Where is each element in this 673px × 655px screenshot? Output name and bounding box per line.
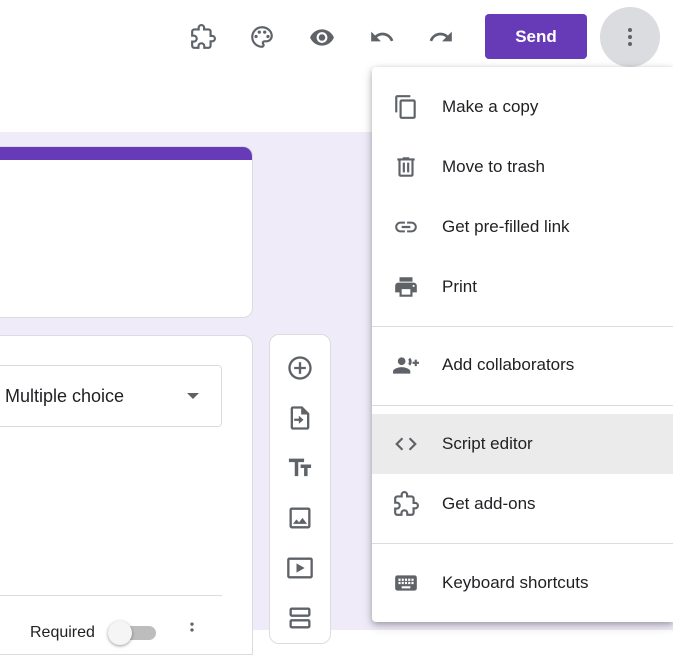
required-label: Required — [30, 624, 95, 641]
menu-divider — [372, 405, 673, 406]
add-title-icon[interactable] — [270, 448, 330, 488]
keyboard-icon — [392, 569, 420, 597]
more-vert-icon[interactable] — [600, 7, 660, 67]
menu-item-label: Print — [442, 277, 477, 296]
addon-icon[interactable] — [183, 17, 223, 57]
addon-icon — [392, 490, 420, 518]
question-toolbar — [269, 334, 331, 644]
code-icon — [392, 430, 420, 458]
menu-item-prefilled-link[interactable]: Get pre-filled link — [372, 197, 673, 257]
menu-item-label: Move to trash — [442, 157, 545, 176]
menu-item-label: Keyboard shortcuts — [442, 573, 589, 592]
palette-icon[interactable] — [242, 17, 282, 57]
required-toggle[interactable] — [108, 621, 156, 645]
form-title-card[interactable] — [0, 146, 253, 318]
menu-item-label: Script editor — [442, 434, 533, 453]
trash-icon — [392, 153, 420, 181]
menu-divider — [372, 543, 673, 544]
send-button[interactable]: Send — [485, 14, 587, 59]
copy-icon — [392, 93, 420, 121]
question-type-label: Multiple choice — [5, 385, 125, 406]
menu-item-make-copy[interactable]: Make a copy — [372, 77, 673, 137]
undo-icon[interactable] — [362, 17, 402, 57]
menu-item-script-editor[interactable]: Script editor — [372, 414, 673, 474]
link-icon — [392, 213, 420, 241]
add-section-icon[interactable] — [270, 598, 330, 638]
title-card-accent — [0, 147, 252, 160]
add-people-icon — [392, 351, 420, 379]
menu-item-move-trash[interactable]: Move to trash — [372, 137, 673, 197]
add-question-icon[interactable] — [270, 348, 330, 388]
add-image-icon[interactable] — [270, 498, 330, 538]
menu-item-label: Get pre-filled link — [442, 217, 570, 236]
redo-icon[interactable] — [421, 17, 461, 57]
dropdown-caret-icon — [187, 393, 199, 399]
menu-item-label: Add collaborators — [442, 355, 575, 374]
card-footer-divider — [0, 595, 222, 596]
menu-item-get-addons[interactable]: Get add-ons — [372, 474, 673, 534]
question-more-icon[interactable] — [182, 620, 202, 640]
print-icon — [392, 273, 420, 301]
menu-item-label: Make a copy — [442, 97, 539, 116]
more-options-menu: Make a copy Move to trash Get pre-filled… — [372, 67, 673, 622]
preview-icon[interactable] — [302, 17, 342, 57]
add-video-icon[interactable] — [270, 548, 330, 588]
menu-divider — [372, 326, 673, 327]
menu-item-add-collaborators[interactable]: Add collaborators — [372, 335, 673, 395]
import-questions-icon[interactable] — [270, 398, 330, 438]
toggle-knob — [108, 621, 132, 645]
menu-item-label: Get add-ons — [442, 494, 536, 513]
menu-item-print[interactable]: Print — [372, 257, 673, 317]
question-type-select[interactable]: Multiple choice — [0, 365, 222, 427]
menu-item-keyboard-shortcuts[interactable]: Keyboard shortcuts — [372, 553, 673, 613]
